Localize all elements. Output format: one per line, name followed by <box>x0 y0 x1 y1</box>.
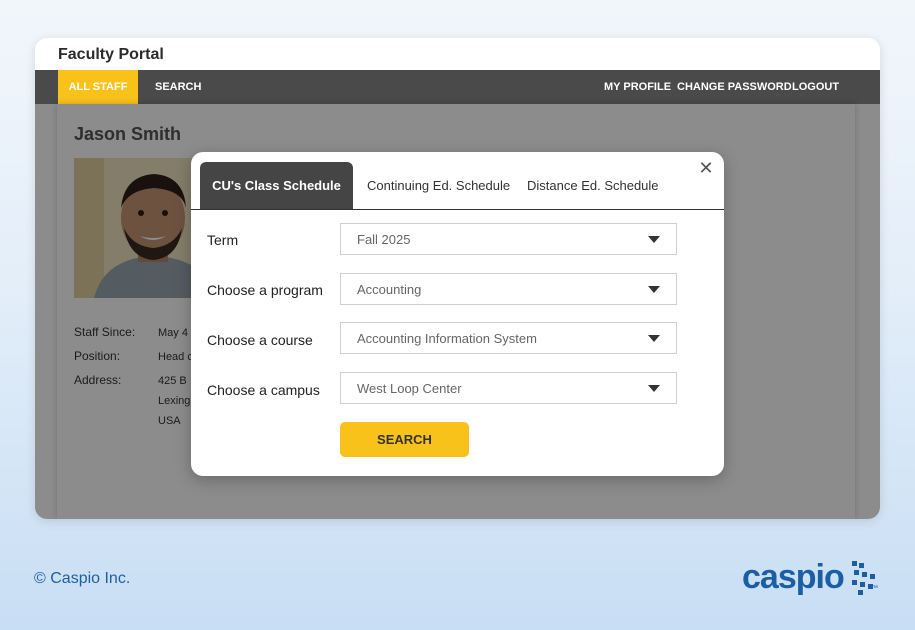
tab-distance-ed-schedule[interactable]: Distance Ed. Schedule <box>527 162 659 209</box>
app-title: Faculty Portal <box>58 46 164 63</box>
chevron-down-icon <box>648 335 660 342</box>
chevron-down-icon <box>648 385 660 392</box>
tab-continuing-ed-schedule[interactable]: Continuing Ed. Schedule <box>367 162 510 209</box>
program-select[interactable]: Accounting <box>340 273 677 305</box>
logo-dots-icon <box>852 561 875 595</box>
chevron-down-icon <box>648 236 660 243</box>
campus-value: West Loop Center <box>357 381 462 396</box>
tab-cu-class-schedule[interactable]: CU's Class Schedule <box>200 162 353 209</box>
program-value: Accounting <box>357 282 422 297</box>
chevron-down-icon <box>648 286 660 293</box>
schedule-search-modal: CU's Class Schedule Continuing Ed. Sched… <box>191 152 724 476</box>
term-label: Term <box>207 232 239 248</box>
logo-wordmark: caspio <box>742 558 845 596</box>
caspio-logo: caspio ™ <box>742 555 882 599</box>
campus-select[interactable]: West Loop Center <box>340 372 677 404</box>
nav-search[interactable]: SEARCH <box>155 70 201 104</box>
nav-change-password[interactable]: CHANGE PASSWORD <box>677 70 792 104</box>
nav-my-profile[interactable]: MY PROFILE <box>604 70 671 104</box>
course-label: Choose a course <box>207 332 313 348</box>
term-select[interactable]: Fall 2025 <box>340 223 677 255</box>
search-button[interactable]: SEARCH <box>340 422 469 457</box>
course-value: Accounting Information System <box>357 331 537 346</box>
term-value: Fall 2025 <box>357 232 411 247</box>
campus-label: Choose a campus <box>207 382 320 398</box>
trademark-mark: ™ <box>871 585 878 592</box>
nav-bar: ALL STAFF SEARCH MY PROFILE CHANGE PASSW… <box>35 70 880 104</box>
close-icon[interactable]: ✕ <box>696 158 716 178</box>
program-label: Choose a program <box>207 282 323 298</box>
nav-all-staff[interactable]: ALL STAFF <box>58 70 138 104</box>
course-select[interactable]: Accounting Information System <box>340 322 677 354</box>
nav-logout[interactable]: LOGOUT <box>792 70 839 104</box>
tab-divider <box>191 209 724 210</box>
copyright-text: © Caspio Inc. <box>34 570 131 587</box>
